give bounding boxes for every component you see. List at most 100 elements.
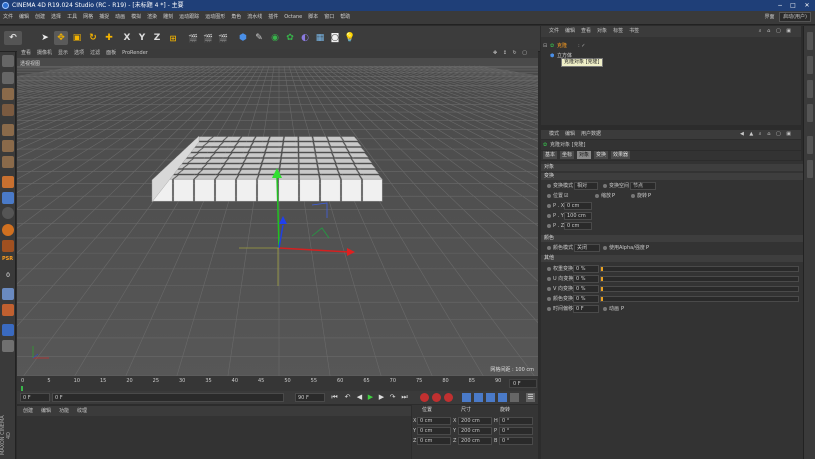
menu-file[interactable]: 文件 [0,11,16,24]
select-tool-button[interactable]: ➤ [38,31,52,45]
clone-cube-top[interactable] [268,136,284,141]
section-transform-header[interactable]: 变换 [541,173,803,180]
psr-button[interactable]: PSR [2,256,14,268]
keyframe-dot[interactable] [547,214,551,218]
menu-help[interactable]: 帮助 [337,11,353,24]
tab-basic[interactable]: 基本 [543,151,558,159]
content-browser-tab[interactable] [807,80,813,98]
om-menu-bookmarks[interactable]: 书签 [629,28,639,34]
clone-cube-front[interactable] [236,178,257,202]
clone-cube-top[interactable] [238,169,260,174]
menu-motion-tracker[interactable]: 运动跟踪 [176,11,202,24]
end-frame-field[interactable]: 90 F [295,393,325,402]
clone-cube-top[interactable] [248,147,267,152]
cloner-button[interactable]: ✿ [283,31,297,45]
clone-cube-top[interactable] [231,147,251,152]
clone-cube-top[interactable] [341,136,359,141]
clone-cube-front[interactable] [173,178,194,202]
clone-cube-top[interactable] [330,147,349,152]
keyframe-dot[interactable] [603,307,607,311]
scale-checkbox[interactable]: P [612,192,615,200]
x-axis-button[interactable]: X [120,31,134,45]
clone-cube-top[interactable] [198,169,222,174]
prev-key-button[interactable]: ↶ [343,393,352,402]
clone-cube-top[interactable] [280,158,299,163]
points-mode-button[interactable] [2,124,14,136]
scale-tool-button[interactable]: ▣ [70,31,84,45]
objects-tab[interactable] [807,32,813,50]
keyframe-dot[interactable] [547,277,551,281]
zero-button[interactable]: 0 [2,272,14,284]
menu-snap[interactable]: 捕捉 [96,11,112,24]
clone-cube-top[interactable] [243,158,263,163]
section-other-header[interactable]: 其他 [541,255,803,262]
clone-cube-top[interactable] [283,136,298,141]
render-picture-viewer-button[interactable]: 🎬 [201,31,215,45]
u-transform-field[interactable]: 0 % [573,275,599,283]
am-menu-userdata[interactable]: 用户数据 [581,131,601,137]
enable-quantize-button[interactable] [2,304,14,316]
clone-cube-top[interactable] [219,142,238,147]
pen-button[interactable]: ✎ [252,31,266,45]
clone-cube-top[interactable] [298,142,314,147]
clone-cube-top[interactable] [299,175,320,180]
clone-cube-top[interactable] [178,169,203,174]
clone-cube-top[interactable] [228,153,248,158]
p-x-field[interactable]: 0 cm [564,202,592,210]
clone-cube-top[interactable] [282,147,298,152]
menu-render[interactable]: 渲染 [144,11,160,24]
am-nav-icons[interactable]: ◀ ▲ ⌕ ⌂ ▢ ▣ [740,130,793,139]
polygons-mode-button[interactable] [2,156,14,168]
menu-animate[interactable]: 动画 [112,11,128,24]
clone-cube-top[interactable] [263,153,282,158]
clone-cube-top[interactable] [332,153,351,158]
clone-cube-top[interactable] [328,142,346,147]
deformer-button[interactable]: ◐ [298,31,312,45]
menu-mesh[interactable]: 网格 [80,11,96,24]
menu-select[interactable]: 选择 [48,11,64,24]
coordinate-system-button[interactable]: ⊞ [166,31,180,45]
floor-tool-button[interactable] [2,324,14,336]
clone-cube-top[interactable] [315,153,334,158]
snap-settings-button[interactable] [2,240,14,252]
clone-cube-top[interactable] [357,169,380,174]
clone-cube-top[interactable] [299,169,319,174]
clone-cube-top[interactable] [334,158,354,163]
start-frame-field[interactable]: 0 F [20,393,50,402]
clone-cube-top[interactable] [260,164,280,169]
rotation-h-field[interactable]: 0 ° [499,417,533,425]
clone-cube-top[interactable] [279,169,299,174]
color-transform-field[interactable]: 0 % [573,295,599,303]
keyframe-dot[interactable] [595,194,599,198]
clone-cube-top[interactable] [318,169,339,174]
v-transform-slider[interactable] [600,286,799,292]
expand-icon[interactable]: ⊟ [543,42,547,51]
om-menu-file[interactable]: 文件 [549,28,559,34]
cube-button[interactable]: ⬢ [236,31,250,45]
clone-cube-front[interactable] [194,178,215,202]
tab-effectors[interactable]: 效果器 [611,151,631,159]
clone-cube-front[interactable] [257,178,278,202]
clone-cube-top[interactable] [317,164,337,169]
clone-cube-top[interactable] [278,175,299,180]
clone-cube-top[interactable] [313,142,330,147]
keyframe-dot[interactable] [547,307,551,311]
p-z-field[interactable]: 0 cm [564,222,592,230]
timeline-ruler[interactable]: 0 5 10 15 20 25 30 35 40 45 50 55 60 65 70 75 80 85 90 [17,376,538,391]
weight-transform-field[interactable]: 0 % [573,265,599,273]
section-color-header[interactable]: 颜色 [541,235,803,242]
clone-cube-top[interactable] [183,164,207,169]
param-key-button[interactable] [498,393,507,402]
clone-cube-top[interactable] [359,175,383,180]
preview-range-slider[interactable]: 0 F [52,393,284,402]
clone-cube-top[interactable] [225,158,246,163]
position-z-field[interactable]: 0 cm [417,437,451,445]
keyframe-dot[interactable] [631,194,635,198]
undo-button[interactable]: ↶ [4,31,22,45]
clone-cube-top[interactable] [193,153,215,158]
menu-sculpt[interactable]: 雕刻 [160,11,176,24]
clone-cube-top[interactable] [281,153,299,158]
menu-tools[interactable]: 工具 [64,11,80,24]
slider-knob[interactable] [601,287,603,291]
clone-cube-top[interactable] [246,153,265,158]
